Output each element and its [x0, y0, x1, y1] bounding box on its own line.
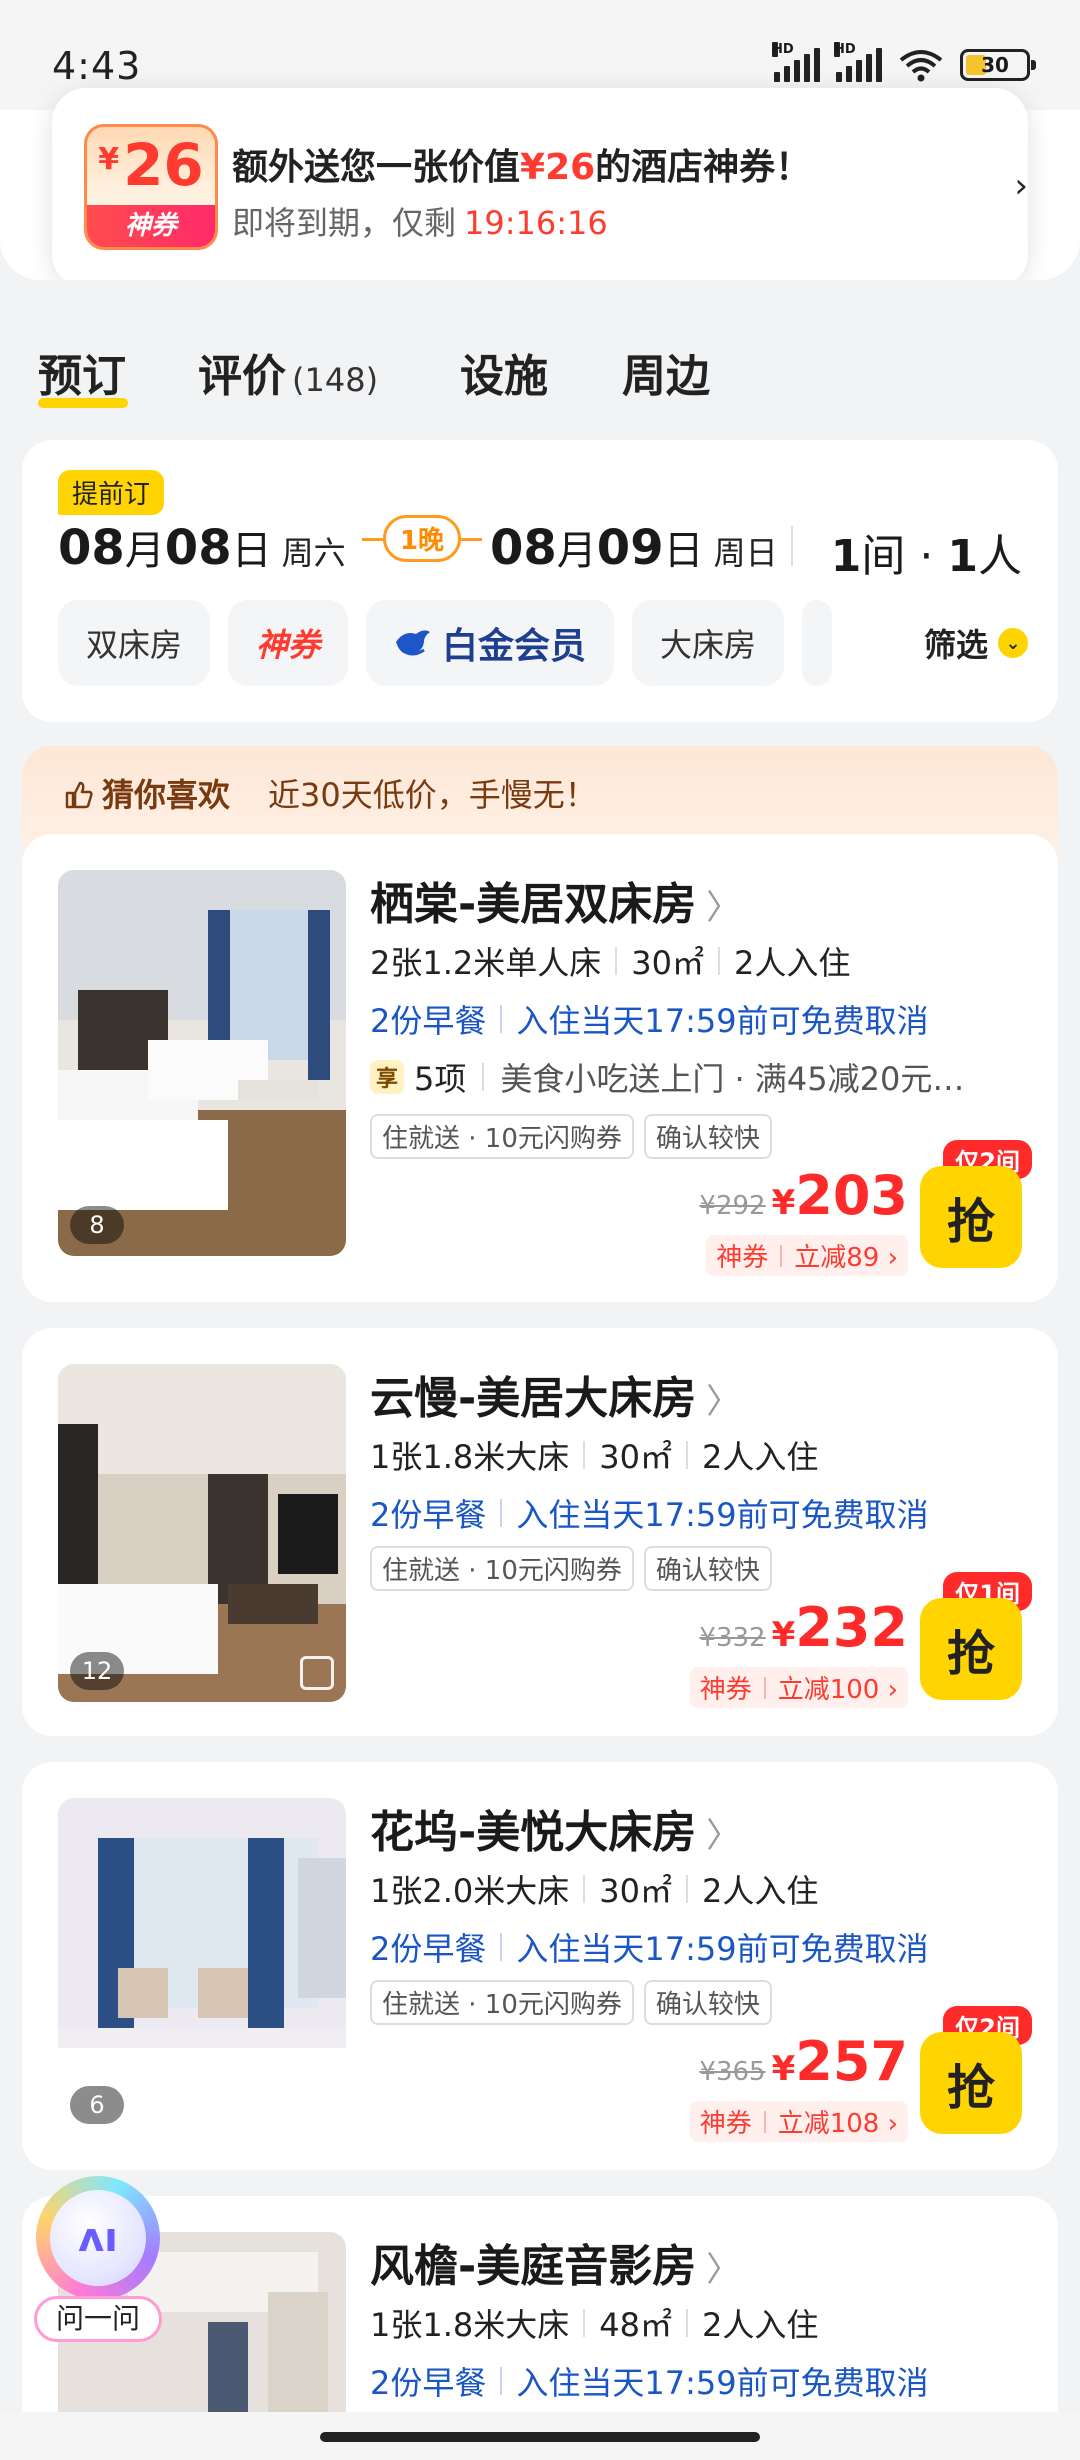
- discount-badge: 神券 立减89 ›: [706, 1235, 908, 1276]
- tab-nearby[interactable]: 周边: [622, 340, 710, 404]
- current-price: ¥257: [771, 2030, 908, 2093]
- network-type-label: HD: [772, 42, 794, 57]
- cell-signal-icon: HD: [772, 42, 820, 82]
- original-price: ¥332: [699, 1623, 766, 1653]
- room-photo[interactable]: 8: [58, 870, 346, 1256]
- perk-icon: 享: [370, 1060, 404, 1094]
- current-price: ¥232: [771, 1596, 908, 1659]
- room-specs: 1张2.0米大床 30㎡ 2人入住: [370, 1872, 819, 1910]
- room-name[interactable]: 风檐-美庭音影房〉: [370, 2230, 740, 2294]
- price-block: ¥292 ¥203 神券 立减89 ›: [699, 1164, 908, 1276]
- chip-twin-room[interactable]: 双床房: [58, 600, 211, 686]
- room-specs: 2张1.2米单人床 30㎡ 2人入住: [370, 944, 851, 982]
- ai-assistant-button[interactable]: ʌı 问一问: [34, 2176, 164, 2346]
- chip-coupon[interactable]: 神券: [228, 600, 349, 686]
- filter-button[interactable]: 筛选 ⌄: [893, 620, 1028, 666]
- room-filter-chips: 双床房 神券 白金会员 大床房: [58, 600, 833, 686]
- assistant-avatar-icon: ʌı: [36, 2176, 160, 2300]
- chip-platinum-member[interactable]: 白金会员: [366, 600, 615, 686]
- thumbs-up-icon: [65, 781, 93, 809]
- coupon-subtitle: 即将到期，仅剩 19:16:16: [232, 204, 608, 242]
- battery-icon: 30: [960, 49, 1036, 81]
- tab-facilities[interactable]: 设施: [460, 340, 548, 404]
- active-tab-indicator: [38, 398, 128, 408]
- room-photo[interactable]: 6: [58, 1798, 346, 2136]
- photo-count: 12: [70, 1652, 124, 1690]
- detail-tabs: 预订 评价 (148) 设施 周边: [0, 280, 1080, 420]
- checkout-date[interactable]: 08 月 09 日周日: [490, 518, 778, 576]
- room-policy: 2份早餐 入住当天17:59前可免费取消: [370, 1496, 929, 1534]
- discount-badge: 神券 立减108 ›: [689, 2101, 908, 2142]
- price-block: ¥332 ¥232 神券 立减100 ›: [689, 1596, 908, 1708]
- coupon-badge-label: 神券: [87, 205, 215, 247]
- price-block: ¥365 ¥257 神券 立减108 ›: [689, 2030, 908, 2142]
- room-name[interactable]: 花坞-美悦大床房〉: [370, 1796, 740, 1860]
- tab-booking[interactable]: 预订: [38, 340, 126, 404]
- book-button[interactable]: 抢: [920, 1166, 1022, 1268]
- room-tags: 住就送 · 10元闪购券 确认较快: [370, 1114, 772, 1159]
- booking-card: 提前订 08 月 08 日周六 1晚 08 月 09 日周日 1间 · 1人 双床房 神券 …: [22, 440, 1058, 722]
- room-perks[interactable]: 享 5项 美食小吃送上门 · 满45减20元…: [370, 1054, 964, 1100]
- discount-badge: 神券 立减100 ›: [689, 1667, 908, 1708]
- vip-bird-icon: [396, 630, 431, 656]
- status-time: 4:43: [52, 44, 142, 88]
- room-card[interactable]: 6 花坞-美悦大床房〉 1张2.0米大床 30㎡ 2人入住 2份早餐 入住当天17:5…: [22, 1762, 1058, 2170]
- coupon-popup[interactable]: ¥26 神券 额外送您一张价值¥26的酒店神券！ 即将到期，仅剩 19:16:16…: [52, 88, 1028, 288]
- chip-king-room[interactable]: 大床房: [632, 600, 785, 686]
- network-type-label: HD: [834, 42, 856, 57]
- early-booking-tag: 提前订: [58, 470, 165, 515]
- status-icons: HD HD 30: [772, 42, 1036, 82]
- chevron-down-icon: ⌄: [998, 628, 1028, 658]
- wifi-icon: [899, 50, 943, 82]
- original-price: ¥365: [699, 2057, 766, 2087]
- room-photo-image: [58, 870, 346, 1256]
- vr-tour-icon: [300, 1656, 334, 1690]
- photo-count: 6: [70, 2086, 124, 2124]
- photo-count: 8: [70, 1206, 124, 1244]
- original-price: ¥292: [699, 1191, 766, 1221]
- room-policy: 2份早餐 入住当天17:59前可免费取消: [370, 2364, 929, 2402]
- chevron-right-icon: 〉: [706, 1382, 741, 1422]
- coupon-title: 额外送您一张价值¥26的酒店神券！: [232, 147, 812, 188]
- recommend-title: 猜你喜欢: [64, 770, 230, 816]
- room-photo[interactable]: 12: [58, 1364, 346, 1702]
- recommend-subtitle: 近30天低价，手慢无！: [268, 776, 597, 814]
- room-name[interactable]: 云慢-美居大床房〉: [370, 1362, 740, 1426]
- chevron-right-icon: 〉: [706, 888, 741, 928]
- home-indicator[interactable]: [320, 2432, 760, 2442]
- cell-signal-icon: HD: [834, 42, 882, 82]
- chip-more[interactable]: [802, 600, 833, 686]
- room-card[interactable]: 8 栖棠-美居双床房〉 2张1.2米单人床 30㎡ 2人入住 2份早餐 入住当天17:…: [22, 834, 1058, 1302]
- room-tags: 住就送 · 10元闪购券 确认较快: [370, 1980, 772, 2025]
- room-card[interactable]: 12 云慢-美居大床房〉 1张1.8米大床 30㎡ 2人入住 2份早餐 入住当天17:…: [22, 1328, 1058, 1736]
- chevron-right-icon: 〉: [706, 1816, 741, 1856]
- room-specs: 1张1.8米大床 48㎡ 2人入住: [370, 2306, 819, 2344]
- chevron-right-icon: ›: [1014, 166, 1028, 206]
- book-button[interactable]: 抢: [920, 1598, 1022, 1700]
- room-specs: 1张1.8米大床 30㎡ 2人入住: [370, 1438, 819, 1476]
- room-name[interactable]: 栖棠-美居双床房〉: [370, 868, 740, 932]
- tab-reviews[interactable]: 评价 (148): [198, 340, 378, 404]
- coupon-badge: ¥26 神券: [84, 124, 218, 250]
- chevron-right-icon: 〉: [706, 2250, 741, 2290]
- room-policy: 2份早餐 入住当天17:59前可免费取消: [370, 1002, 929, 1040]
- room-guest-selector[interactable]: 1间 · 1人: [790, 520, 1022, 584]
- book-button[interactable]: 抢: [920, 2032, 1022, 2134]
- vr-tour-icon: [300, 2090, 334, 2124]
- room-tags: 住就送 · 10元闪购券 确认较快: [370, 1546, 772, 1591]
- checkin-date[interactable]: 08 月 08 日周六: [58, 518, 346, 576]
- assistant-label: 问一问: [34, 2296, 162, 2342]
- current-price: ¥203: [771, 1164, 908, 1227]
- room-policy: 2份早餐 入住当天17:59前可免费取消: [370, 1930, 929, 1968]
- nights-badge: 1晚: [362, 512, 482, 564]
- coupon-countdown: 19:16:16: [464, 204, 608, 242]
